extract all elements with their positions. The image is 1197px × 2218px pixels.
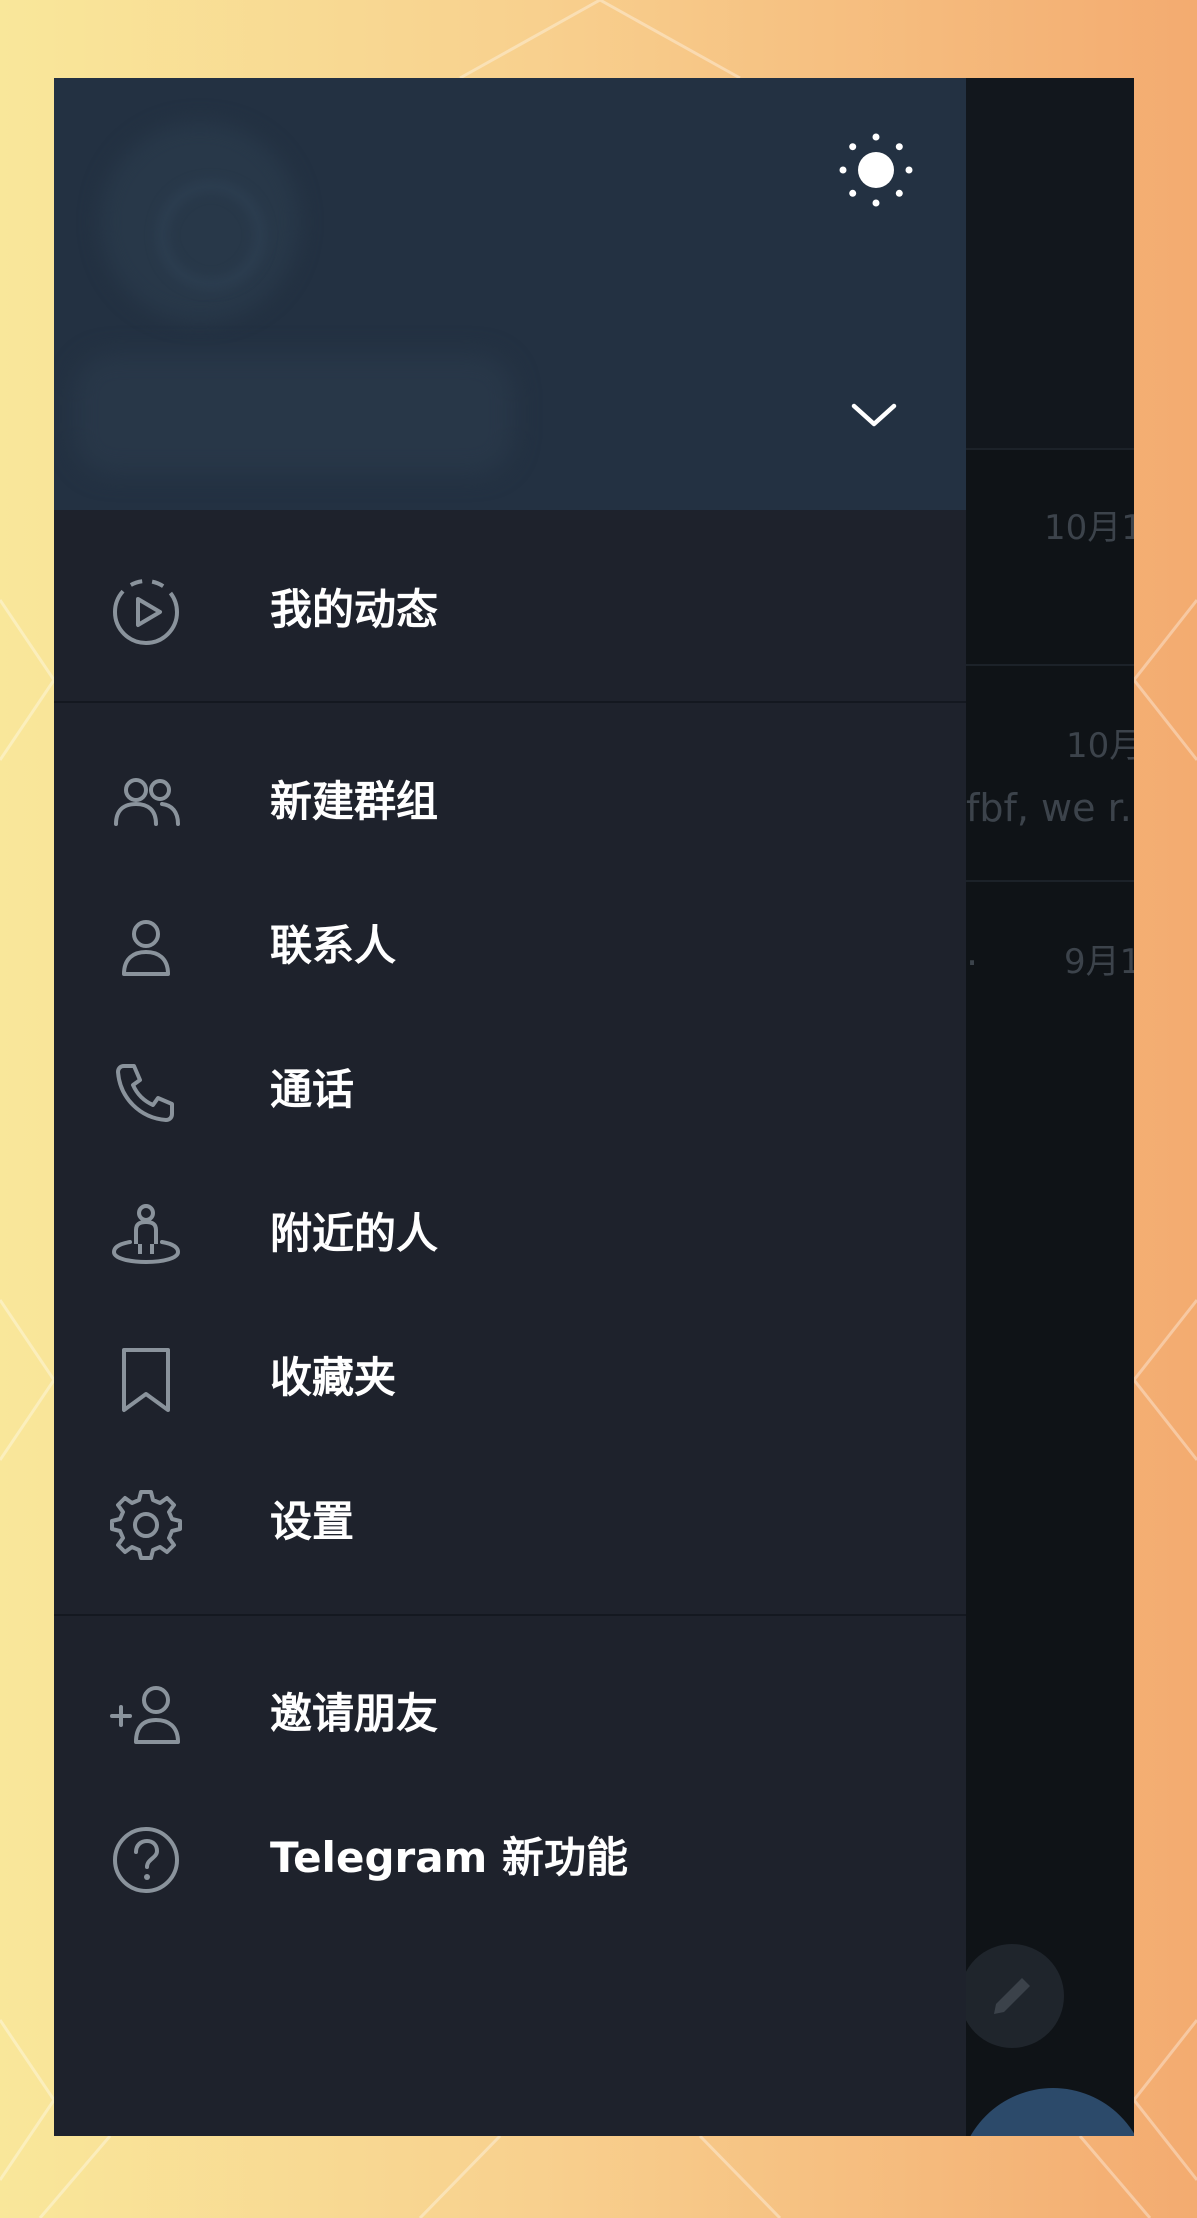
menu-label: 邀请朋友 xyxy=(270,1689,439,1738)
chat-date: 9月1 xyxy=(1064,942,1134,982)
menu-item-my-stories[interactable]: 我的动态 xyxy=(54,538,966,682)
menu-label: 我的动态 xyxy=(270,585,439,634)
menu-label: 收藏夹 xyxy=(270,1353,397,1402)
edit-fab xyxy=(960,1944,1064,2048)
story-play-icon xyxy=(110,576,182,648)
bookmark-icon xyxy=(110,1344,182,1416)
menu-item-features[interactable]: Telegram 新功能 xyxy=(54,1786,966,1930)
chat-preview: fbf, we r. xyxy=(966,786,1132,830)
add-person-icon xyxy=(110,1680,182,1752)
nearby-person-icon xyxy=(110,1200,182,1272)
menu-label: 新建群组 xyxy=(270,777,439,826)
blurred-account-name xyxy=(74,354,514,474)
chat-date: 10月1 xyxy=(1044,508,1134,548)
menu-label: Telegram 新功能 xyxy=(270,1833,628,1882)
menu-item-nearby[interactable]: 附近的人 xyxy=(54,1162,966,1306)
chat-preview: . xyxy=(966,930,979,974)
menu-label: 设置 xyxy=(270,1497,355,1546)
menu-label: 通话 xyxy=(270,1065,355,1114)
phone-icon xyxy=(110,1056,182,1128)
person-icon xyxy=(110,912,182,984)
navigation-drawer: 我的动态 新建群组 联系人 通话 附近的人 收藏夹 设置 邀请朋友 Telegr… xyxy=(54,78,966,2136)
new-message-fab xyxy=(958,2088,1134,2136)
menu-item-calls[interactable]: 通话 xyxy=(54,1018,966,1162)
blurred-avatar-ring xyxy=(158,182,264,288)
menu-item-saved[interactable]: 收藏夹 xyxy=(54,1306,966,1450)
menu-item-settings[interactable]: 设置 xyxy=(54,1450,966,1594)
menu-item-new-group[interactable]: 新建群组 xyxy=(54,730,966,874)
chevron-down-icon[interactable] xyxy=(850,400,898,430)
group-icon xyxy=(110,768,182,840)
menu-item-invite[interactable]: 邀请朋友 xyxy=(54,1642,966,1786)
chat-date: 10月 xyxy=(1066,726,1134,766)
question-icon xyxy=(110,1824,182,1896)
drawer-header xyxy=(54,78,966,510)
menu-divider xyxy=(54,701,966,703)
menu-item-contacts[interactable]: 联系人 xyxy=(54,874,966,1018)
pencil-icon xyxy=(994,1978,1030,2014)
sun-icon[interactable] xyxy=(836,130,916,210)
gear-icon xyxy=(110,1488,182,1560)
menu-divider xyxy=(54,1614,966,1616)
menu-label: 联系人 xyxy=(270,921,397,970)
phone-screen: 10月1 10月 fbf, we r. . 9月1 我的动态 新建群组 联系人 … xyxy=(54,78,1134,2136)
menu-label: 附近的人 xyxy=(270,1209,439,1258)
